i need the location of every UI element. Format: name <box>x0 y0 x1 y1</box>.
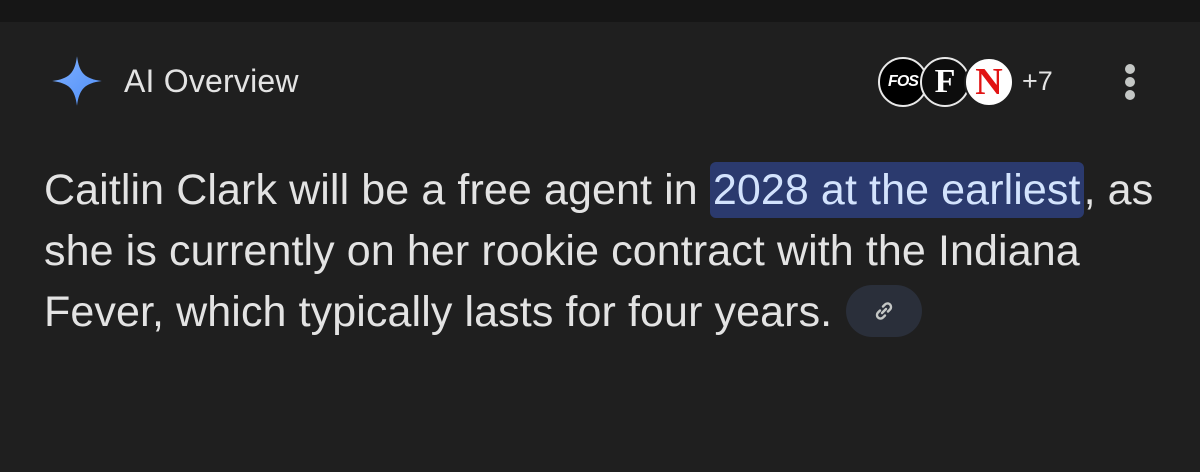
source-logo-f-label: F <box>934 63 956 100</box>
source-link-button[interactable] <box>846 284 923 337</box>
menu-dot <box>1125 77 1135 87</box>
menu-dot <box>1125 90 1135 100</box>
overview-title: AI Overview <box>124 63 299 99</box>
link-icon <box>876 301 893 320</box>
top-strip <box>0 0 1200 22</box>
answer-text-before: Caitlin Clark will be a free agent in <box>44 166 710 214</box>
source-logo-f[interactable]: F <box>920 57 970 107</box>
source-logo-n[interactable]: N <box>964 57 1014 107</box>
sparkle-icon <box>52 56 102 106</box>
source-logos[interactable]: FOS F N +7 <box>878 57 1078 107</box>
overview-answer: Caitlin Clark will be a free agent in 20… <box>44 160 1154 343</box>
answer-highlight[interactable]: 2028 at the earliest <box>709 162 1084 218</box>
more-vert-icon[interactable] <box>1110 60 1150 104</box>
source-logo-fos-label: FOS <box>888 73 919 90</box>
more-sources-count[interactable]: +7 <box>1022 66 1053 97</box>
source-logo-n-label: N <box>975 61 1003 103</box>
ai-overview-header: AI Overview FOS F N +7 <box>44 50 1154 114</box>
menu-dot <box>1125 64 1135 74</box>
